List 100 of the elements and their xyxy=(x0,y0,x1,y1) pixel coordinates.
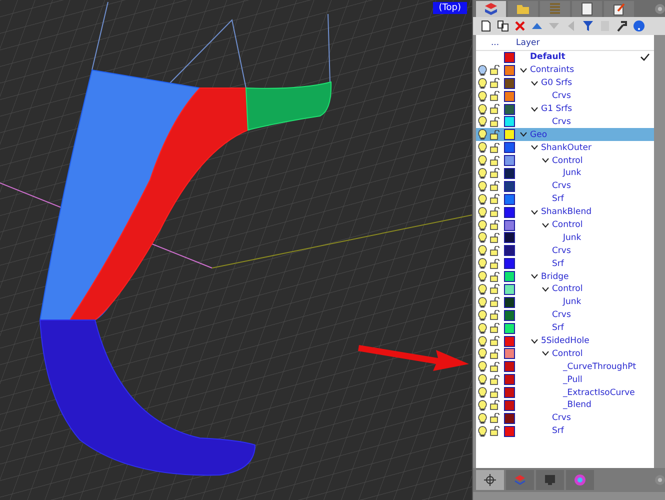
padlock-icon[interactable] xyxy=(490,220,500,230)
color-swatch[interactable] xyxy=(504,78,514,89)
padlock-icon[interactable] xyxy=(490,181,500,192)
padlock-icon[interactable] xyxy=(490,91,500,102)
lightbulb-icon[interactable] xyxy=(478,387,486,398)
lightbulb-icon[interactable] xyxy=(478,361,486,372)
layer-row[interactable]: Crvs xyxy=(476,308,654,322)
padlock-icon[interactable] xyxy=(490,156,500,166)
lightbulb-icon[interactable] xyxy=(478,412,486,424)
toolbar-button[interactable] xyxy=(479,19,493,33)
chevron-down-icon[interactable] xyxy=(520,132,527,138)
color-swatch[interactable] xyxy=(504,194,514,205)
layer-row[interactable]: Contraints xyxy=(476,64,654,77)
lightbulb-icon[interactable] xyxy=(478,245,486,256)
padlock-icon[interactable] xyxy=(490,65,500,76)
layer-row[interactable]: Crvs xyxy=(476,244,654,258)
layer-row[interactable]: _Blend xyxy=(476,399,654,412)
color-swatch[interactable] xyxy=(504,64,514,76)
column-header[interactable]: ... xyxy=(488,38,502,48)
layer-row[interactable]: Control xyxy=(476,283,654,296)
lightbulb-icon[interactable] xyxy=(478,374,486,386)
layer-row[interactable]: Control xyxy=(476,347,654,360)
color-swatch[interactable] xyxy=(504,232,514,244)
color-swatch[interactable] xyxy=(504,206,514,218)
color-swatch[interactable] xyxy=(504,168,514,179)
layer-row[interactable]: _CurveThroughPt xyxy=(476,360,654,374)
color-swatch[interactable] xyxy=(504,361,514,372)
padlock-icon[interactable] xyxy=(490,388,500,398)
padlock-icon[interactable] xyxy=(490,130,500,140)
chevron-down-icon[interactable] xyxy=(542,351,549,356)
lightbulb-icon[interactable] xyxy=(478,142,486,154)
padlock-icon[interactable] xyxy=(490,323,500,334)
layer-row[interactable]: 5SidedHole xyxy=(476,334,654,348)
layer-row[interactable]: ShankBlend xyxy=(476,206,654,219)
padlock-icon[interactable] xyxy=(490,362,500,372)
chevron-down-icon[interactable] xyxy=(542,286,549,292)
chevron-down-icon[interactable] xyxy=(531,145,538,150)
color-swatch[interactable] xyxy=(504,220,514,231)
layer-row[interactable]: Crvs xyxy=(476,115,654,128)
color-swatch[interactable] xyxy=(504,245,514,256)
column-header[interactable]: Layer xyxy=(516,38,654,48)
color-swatch[interactable] xyxy=(504,400,514,411)
lightbulb-icon[interactable] xyxy=(478,322,486,334)
color-swatch[interactable] xyxy=(504,374,514,386)
lightbulb-icon[interactable] xyxy=(478,426,486,437)
padlock-icon[interactable] xyxy=(490,207,500,218)
color-swatch[interactable] xyxy=(504,271,514,282)
padlock-icon[interactable] xyxy=(490,232,500,243)
padlock-icon[interactable] xyxy=(490,297,500,308)
padlock-icon[interactable] xyxy=(490,258,500,269)
color-swatch[interactable] xyxy=(504,296,514,308)
lightbulb-icon[interactable] xyxy=(478,104,486,114)
color-swatch[interactable] xyxy=(504,322,514,334)
padlock-icon[interactable] xyxy=(490,194,500,204)
color-swatch[interactable] xyxy=(504,180,514,192)
padlock-icon[interactable] xyxy=(490,104,500,114)
lightbulb-icon[interactable] xyxy=(478,220,486,231)
color-swatch[interactable] xyxy=(504,412,514,424)
chevron-down-icon[interactable] xyxy=(542,158,549,164)
layer-row[interactable]: Control xyxy=(476,154,654,168)
color-swatch[interactable] xyxy=(504,336,514,347)
padlock-icon[interactable] xyxy=(490,413,500,424)
lightbulb-icon[interactable] xyxy=(478,129,486,140)
layer-row[interactable]: _ExtractIsoCurve xyxy=(476,386,654,400)
layer-row[interactable]: Junk xyxy=(476,167,654,180)
color-swatch[interactable] xyxy=(504,90,514,102)
layer-row[interactable]: Geo xyxy=(476,128,654,142)
chevron-down-icon[interactable] xyxy=(531,106,538,112)
chevron-down-icon[interactable] xyxy=(531,210,538,215)
lightbulb-icon[interactable] xyxy=(478,206,486,218)
padlock-icon[interactable] xyxy=(490,142,500,153)
lightbulb-icon[interactable] xyxy=(478,64,486,76)
lightbulb-icon[interactable] xyxy=(478,232,486,244)
lightbulb-icon[interactable] xyxy=(478,155,486,166)
color-swatch[interactable] xyxy=(504,116,514,128)
layer-row[interactable]: Crvs xyxy=(476,90,654,103)
layer-row[interactable]: Srf xyxy=(476,322,654,335)
layer-row[interactable]: Srf xyxy=(476,424,654,438)
lightbulb-icon[interactable] xyxy=(478,168,486,179)
viewport-label[interactable]: (Top) xyxy=(432,2,467,14)
layer-row[interactable]: Control xyxy=(476,218,654,232)
color-swatch[interactable] xyxy=(504,142,514,154)
layer-row[interactable]: Junk xyxy=(476,231,654,244)
padlock-icon[interactable] xyxy=(490,272,500,282)
lightbulb-icon[interactable] xyxy=(478,336,486,347)
lightbulb-icon[interactable] xyxy=(478,194,486,205)
toolbar-button[interactable] xyxy=(615,19,629,33)
layer-row[interactable]: ShankOuter xyxy=(476,141,654,154)
layer-row[interactable]: Bridge xyxy=(476,270,654,284)
padlock-icon[interactable] xyxy=(490,426,500,436)
layer-row[interactable]: Junk xyxy=(476,296,654,309)
color-swatch[interactable] xyxy=(504,155,514,166)
chevron-down-icon[interactable] xyxy=(531,338,538,344)
lightbulb-icon[interactable] xyxy=(478,180,486,192)
chevron-down-icon[interactable] xyxy=(542,222,549,228)
layer-row[interactable]: G0 Srfs xyxy=(476,76,654,90)
lightbulb-icon[interactable] xyxy=(478,284,486,295)
lightbulb-icon[interactable] xyxy=(478,310,486,321)
layer-row[interactable]: Crvs xyxy=(476,180,654,193)
padlock-icon[interactable] xyxy=(490,168,500,178)
